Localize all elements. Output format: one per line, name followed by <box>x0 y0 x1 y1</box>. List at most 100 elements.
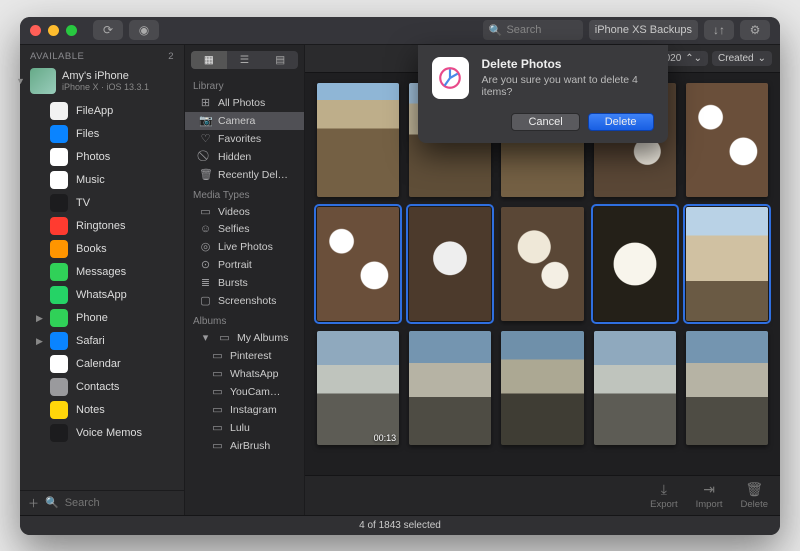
photo-thumbnail[interactable] <box>501 207 583 321</box>
minimize-window-button[interactable] <box>48 25 59 36</box>
photo-thumbnail[interactable]: 00:13 <box>317 331 399 445</box>
sidebar-footer: ＋ 🔍 <box>20 490 184 515</box>
category-label: Recently Del… <box>218 169 288 181</box>
category-live-photos[interactable]: ◎Live Photos <box>185 238 304 256</box>
chevron-right-icon: ▶ <box>36 313 43 324</box>
photo-thumbnail[interactable] <box>594 331 676 445</box>
available-label: AVAILABLE <box>30 51 84 62</box>
sort-value: Created <box>718 53 754 64</box>
device-row[interactable]: ▼ Amy's iPhone iPhone X · iOS 13.3.1 <box>20 64 184 100</box>
sidebar-item-notes[interactable]: Notes <box>24 399 180 422</box>
category-favorites[interactable]: ♡ Favorites <box>185 130 304 148</box>
category-all-photos[interactable]: ⊞All Photos <box>185 94 304 112</box>
portrait-icon: ⊙ <box>199 258 212 271</box>
album-airbrush[interactable]: ▭AirBrush <box>185 437 304 455</box>
screenshot-icon: ▢ <box>199 294 212 307</box>
app-icon <box>50 401 68 419</box>
category-label: Camera <box>218 115 255 127</box>
titlebar: ⟳ ◉ 🔍 Search iPhone XS Backups ↓↑ ⚙ <box>20 17 780 45</box>
photo-thumbnail[interactable] <box>686 207 768 321</box>
photo-thumbnail[interactable] <box>317 207 399 321</box>
sidebar-item-label: Phone <box>76 312 108 324</box>
list-view-icon[interactable]: ☰ <box>227 51 263 69</box>
preview-button[interactable]: ◉ <box>129 20 159 40</box>
album-pinterest[interactable]: ▭Pinterest <box>185 347 304 365</box>
toolbar-search[interactable]: 🔍 Search <box>483 20 583 40</box>
category-recently-del-[interactable]: 🗑 Recently Del… <box>185 166 304 184</box>
sidebar-item-files[interactable]: Files <box>24 123 180 146</box>
category-bursts[interactable]: ≣Bursts <box>185 274 304 292</box>
category-label: Favorites <box>218 133 261 145</box>
device-backups-dropdown[interactable]: iPhone XS Backups <box>589 20 698 40</box>
chevron-down-icon: ▼ <box>20 76 25 86</box>
zoom-window-button[interactable] <box>66 25 77 36</box>
sidebar-item-books[interactable]: Books <box>24 238 180 261</box>
trash-icon: 🗑 <box>199 168 212 181</box>
close-window-button[interactable] <box>30 25 41 36</box>
cancel-button[interactable]: Cancel <box>511 113 579 131</box>
category-screenshots[interactable]: ▢Screenshots <box>185 292 304 310</box>
album-whatsapp[interactable]: ▭WhatsApp <box>185 365 304 383</box>
column-view-icon[interactable]: ▤ <box>262 51 298 69</box>
group-label: Media Types <box>185 184 304 203</box>
photo-thumbnail[interactable] <box>686 83 768 197</box>
folder-icon: ▭ <box>218 331 231 344</box>
search-icon: 🔍 <box>45 496 59 509</box>
album-lulu[interactable]: ▭Lulu <box>185 419 304 437</box>
sidebar-item-label: WhatsApp <box>76 289 127 301</box>
view-mode-toggle[interactable]: ▦ ☰ ▤ <box>191 51 298 69</box>
photo-image <box>409 331 491 445</box>
delete-button[interactable]: 🗑 Delete <box>741 481 768 510</box>
sidebar-item-contacts[interactable]: Contacts <box>24 376 180 399</box>
sidebar-item-photos[interactable]: Photos <box>24 146 180 169</box>
sidebar-item-music[interactable]: Music <box>24 169 180 192</box>
photo-image <box>686 331 768 445</box>
traffic-lights <box>30 25 77 36</box>
album-label: Lulu <box>230 422 250 434</box>
heart-icon: ♡ <box>199 132 212 145</box>
category-portrait[interactable]: ⊙Portrait <box>185 256 304 274</box>
photo-thumbnail[interactable] <box>501 331 583 445</box>
settings-button[interactable]: ⚙ <box>740 20 770 40</box>
sidebar-item-calendar[interactable]: Calendar <box>24 353 180 376</box>
photo-thumbnail[interactable] <box>317 83 399 197</box>
photo-thumbnail[interactable] <box>409 331 491 445</box>
transfers-button[interactable]: ↓↑ <box>704 20 734 40</box>
photo-thumbnail[interactable] <box>409 207 491 321</box>
sidebar-item-fileapp[interactable]: FileApp <box>24 100 180 123</box>
albums-root-label: My Albums <box>237 332 288 344</box>
sidebar-item-voice-memos[interactable]: Voice Memos <box>24 422 180 445</box>
album-label: Pinterest <box>230 350 271 362</box>
photo-thumbnail[interactable] <box>594 207 676 321</box>
photo-image <box>594 207 676 321</box>
album-instagram[interactable]: ▭Instagram <box>185 401 304 419</box>
sidebar-item-safari[interactable]: ▶Safari <box>24 330 180 353</box>
album-youcam-[interactable]: ▭YouCam… <box>185 383 304 401</box>
export-button[interactable]: ⤓ Export <box>650 481 677 510</box>
toolbar-search-placeholder: Search <box>506 24 541 36</box>
add-button[interactable]: ＋ <box>28 495 39 511</box>
sidebar-item-whatsapp[interactable]: WhatsApp <box>24 284 180 307</box>
sidebar-section-available: AVAILABLE 2 <box>20 45 184 64</box>
sidebar-item-phone[interactable]: ▶ Phone <box>24 307 180 330</box>
category-videos[interactable]: ▭Videos <box>185 203 304 221</box>
confirm-delete-button[interactable]: Delete <box>588 113 654 131</box>
category-camera[interactable]: 📷Camera <box>185 112 304 130</box>
device-backups-label: iPhone XS Backups <box>595 24 692 36</box>
grid-view-icon[interactable]: ▦ <box>191 51 227 69</box>
photo-thumbnail[interactable] <box>686 331 768 445</box>
sidebar-item-tv[interactable]: TV <box>24 192 180 215</box>
app-icon <box>50 355 68 373</box>
album-label: Instagram <box>230 404 277 416</box>
refresh-button[interactable]: ⟳ <box>93 20 123 40</box>
sidebar-item-messages[interactable]: Messages <box>24 261 180 284</box>
albums-root[interactable]: ▾▭My Albums <box>185 329 304 347</box>
category-hidden[interactable]: ⃠Hidden <box>185 148 304 166</box>
chevron-right-icon: ▶ <box>36 336 43 347</box>
sidebar-item-label: Messages <box>76 266 126 278</box>
import-button[interactable]: ⇥ Import <box>696 481 723 510</box>
available-badge: 2 <box>168 51 174 62</box>
sidebar-item-ringtones[interactable]: Ringtones <box>24 215 180 238</box>
category-selfies[interactable]: ☺Selfies <box>185 221 304 238</box>
sort-dropdown[interactable]: Created ⌄ <box>712 51 772 66</box>
